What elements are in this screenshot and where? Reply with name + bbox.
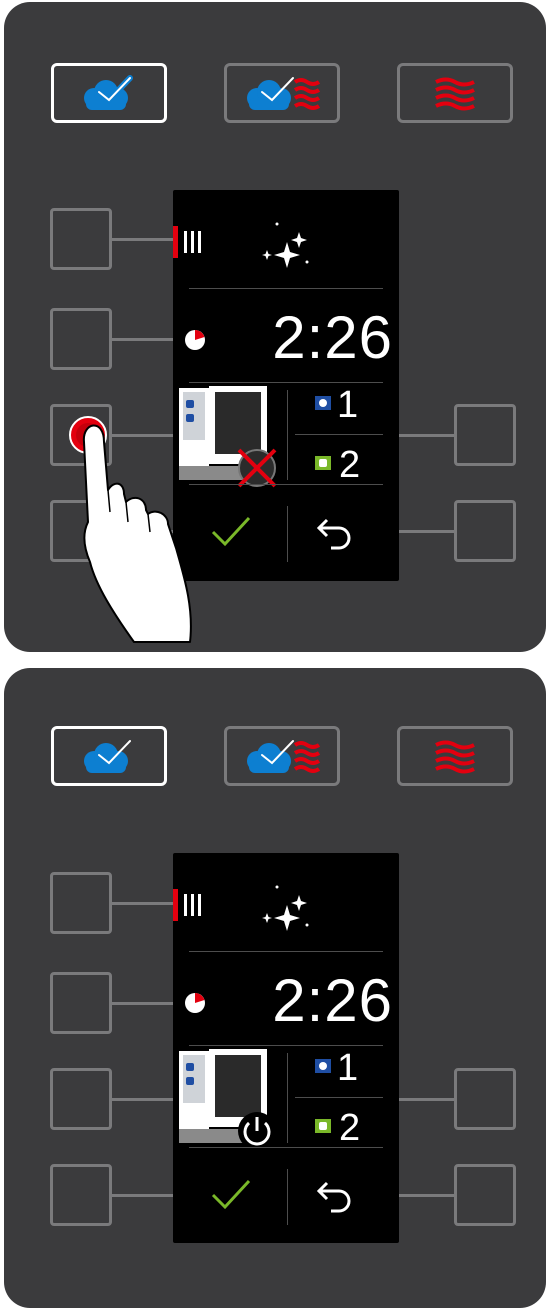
unit-2-number[interactable]: 2 [339,1109,360,1147]
checkmark-icon[interactable] [211,1177,251,1213]
back-arrow-icon[interactable] [317,1179,357,1215]
pointing-hand-icon [69,416,192,643]
clock-icon [185,993,205,1013]
sparkle-icon[interactable] [247,875,317,935]
control-panel-top: 2:26 1 2 [4,2,546,652]
connector-line [112,902,174,905]
connector-line [396,1098,456,1101]
left-button-3[interactable] [50,1068,112,1130]
unit-1-number[interactable]: 1 [337,1049,358,1087]
combi-mode-button[interactable] [224,726,340,786]
hot-air-icon [435,740,475,774]
steam-mode-button[interactable] [51,726,167,786]
connector-line [396,1194,456,1197]
divider [189,951,383,952]
display-screen: 2:26 1 2 [173,853,399,1243]
hot-air-mode-button[interactable] [397,726,513,786]
left-button-1[interactable] [50,872,112,934]
connector-line [112,1194,174,1197]
control-panel-bottom: 2:26 1 2 [4,668,546,1308]
left-button-2[interactable] [50,972,112,1034]
divider [287,1169,288,1225]
level-indicator-bar [173,889,178,921]
connector-line [112,1002,174,1005]
connector-line [112,1098,174,1101]
combi-steam-hot-air-icon [247,740,321,773]
divider [295,1097,383,1098]
unit-2-badge [315,1119,331,1133]
left-button-4[interactable] [50,1164,112,1226]
unit-1-badge [315,1059,331,1073]
steam-icon [84,740,131,773]
right-button-2[interactable] [454,1164,516,1226]
right-button-1[interactable] [454,1068,516,1130]
level-bars [184,894,205,921]
timer-display: 2:26 [272,967,393,1034]
divider [189,1045,383,1046]
divider [287,1053,288,1143]
divider [189,1147,383,1148]
